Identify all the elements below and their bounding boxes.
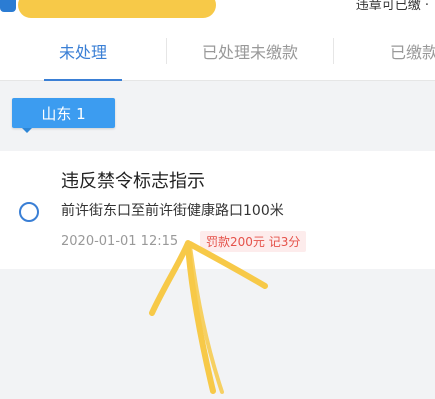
violation-title: 违反禁令标志指示 <box>61 171 205 192</box>
tab-divider <box>333 38 334 64</box>
violation-location: 前许街东口至前许街健康路口100米 <box>61 203 284 219</box>
select-radio[interactable] <box>19 202 39 222</box>
tab-unprocessed[interactable]: 未处理 <box>44 22 122 81</box>
penalty-badge: 罚款200元 记3分 <box>200 231 307 252</box>
app-icon <box>0 0 16 12</box>
header-bar: 违章可已缴 · <box>0 0 435 22</box>
tab-processed-unpaid[interactable]: 已处理未缴款 <box>198 22 302 80</box>
redaction-scribble <box>18 0 216 18</box>
violation-datetime: 2020-01-01 12:15 <box>61 234 179 249</box>
header-right-text: 违章可已缴 · <box>355 0 429 13</box>
region-chip[interactable]: 山东 1 <box>12 98 115 133</box>
tab-paid[interactable]: 已缴款 <box>390 22 435 80</box>
violation-card[interactable]: 违反禁令标志指示 前许街东口至前许街健康路口100米 2020-01-01 12… <box>0 151 435 269</box>
tab-divider <box>166 38 167 64</box>
status-tabs: 未处理 已处理未缴款 已缴款 <box>0 22 435 81</box>
